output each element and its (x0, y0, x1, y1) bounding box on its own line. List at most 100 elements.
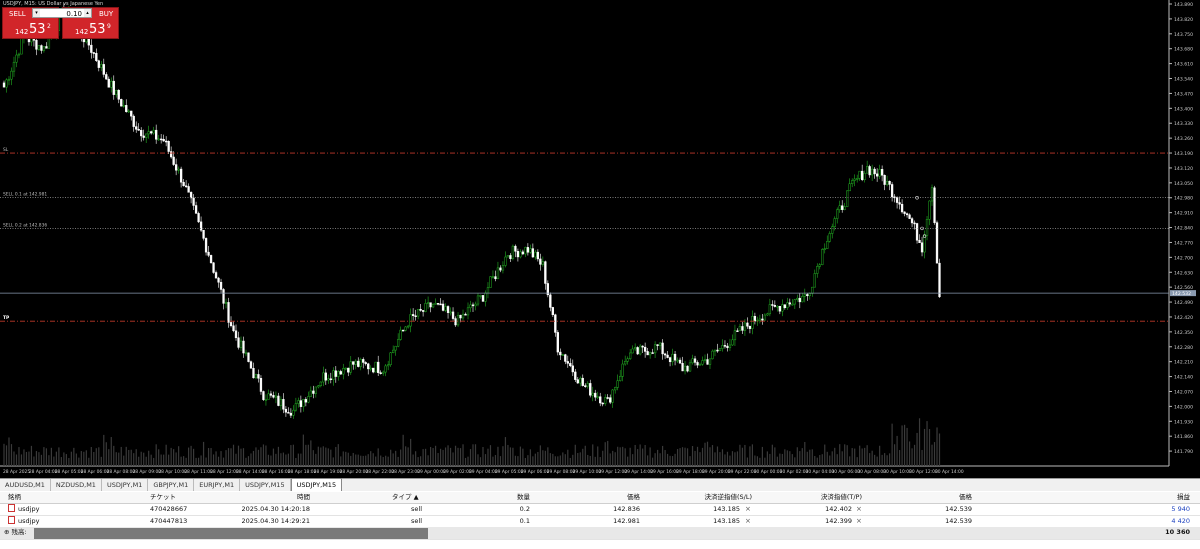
candle (878, 169, 881, 177)
candle (539, 258, 542, 265)
candle (933, 187, 936, 223)
candle (444, 306, 447, 311)
volume-bar (100, 456, 102, 466)
candlestick-chart[interactable]: 143.890 143.820 143.750 143.680 143.610 143.5… (0, 0, 1200, 478)
row-tp[interactable]: 142.399 (790, 516, 852, 527)
volume-bar (80, 451, 82, 466)
volume-bar (482, 446, 484, 466)
candle (282, 399, 285, 410)
header-volume[interactable]: 数量 (490, 492, 530, 503)
volume-bar (796, 447, 798, 466)
volume-bar (227, 448, 230, 466)
volume-bar (908, 441, 911, 466)
tab-usdjpy-m15[interactable]: USDJPY,M15 (240, 479, 291, 491)
increase-lot-icon[interactable]: ▴ (84, 9, 91, 17)
volume-bar (110, 437, 112, 466)
candle (793, 299, 796, 305)
candle (658, 342, 662, 346)
remove-sl-icon[interactable]: × (745, 504, 751, 515)
volume-bar (407, 447, 409, 466)
header-price[interactable]: 価格 (580, 492, 640, 503)
header-symbol[interactable]: 銘柄 (8, 492, 21, 503)
order-icon (8, 516, 15, 524)
decrease-lot-icon[interactable]: ▾ (33, 9, 40, 17)
expand-icon[interactable]: ⊕ (4, 528, 12, 536)
lot-size-input[interactable]: ▾ 0.10 ▴ (32, 8, 92, 18)
volume-bar (130, 449, 132, 466)
volume-bar (332, 457, 334, 466)
remove-sl-icon[interactable]: × (745, 516, 751, 527)
candle (696, 362, 699, 366)
tab-usdjpy-m1[interactable]: USDJPY,M1 (102, 479, 149, 491)
candle (334, 370, 337, 377)
row-sl[interactable]: 143.185 (660, 516, 740, 527)
volume-bar (427, 455, 429, 466)
table-row[interactable]: usdjpy 470428667 2025.04.30 14:20:18 sel… (0, 504, 1200, 516)
volume-bar (579, 452, 581, 466)
volume-bar (499, 456, 502, 466)
row-time: 2025.04.30 14:29:21 (241, 517, 310, 525)
volume-bar (240, 448, 242, 466)
volume-bar (916, 432, 918, 466)
price-chart[interactable]: USDJPY, M15: US Dollar vs Japanese Yen 1… (0, 0, 1200, 478)
candle (641, 345, 644, 348)
candle (469, 304, 472, 309)
volume-bar (736, 451, 739, 466)
header-time[interactable]: 時間 (250, 492, 310, 503)
volume-bar (437, 453, 439, 466)
header-ticket[interactable]: チケット (150, 492, 176, 503)
candle (624, 360, 627, 365)
volume-bar (502, 446, 504, 466)
candle (125, 105, 128, 112)
tab-nzdusd-m1[interactable]: NZDUSD,M1 (51, 479, 102, 491)
volume-bar (467, 456, 469, 466)
volume-bar (425, 448, 427, 466)
volume-bar (310, 440, 312, 466)
tab-audusd-m1[interactable]: AUDUSD,M1 (0, 479, 51, 491)
candle (337, 371, 340, 377)
row-tp[interactable]: 142.402 (790, 504, 852, 515)
candle (147, 131, 150, 135)
volume-bar (362, 455, 364, 466)
candle (801, 296, 804, 303)
volume-bar (674, 453, 676, 466)
buy-price-prefix: 142 (75, 28, 89, 36)
volume-bar (791, 454, 793, 466)
candle (703, 359, 707, 361)
volume-bar (527, 455, 529, 466)
candle (516, 251, 520, 258)
candle (875, 173, 879, 177)
time-axis-label: 28 Apr 12:00 (210, 469, 239, 475)
row-sl[interactable]: 143.185 (660, 504, 740, 515)
candle (651, 352, 654, 354)
tab-eurjpy-m1[interactable]: EURJPY,M1 (194, 479, 241, 491)
candle (541, 261, 545, 265)
price-axis-label: 142.490 (1174, 300, 1193, 306)
volume-bar (390, 449, 392, 466)
header-current-price[interactable]: 価格 (910, 492, 972, 503)
row-type: sell (411, 505, 422, 513)
volume-bar (45, 448, 48, 466)
candle (549, 294, 552, 308)
candle (372, 367, 375, 373)
remove-tp-icon[interactable]: × (856, 504, 862, 515)
tab-gbpjpy-m1[interactable]: GBPJPY,M1 (148, 479, 195, 491)
header-type[interactable]: タイプ ▲ (392, 492, 419, 503)
header-tp[interactable]: 決済指値(T/P) (790, 492, 862, 503)
volume-bar (577, 453, 579, 466)
volume-bar (644, 444, 646, 466)
volume-bar (417, 457, 419, 466)
volume-bar (439, 448, 442, 466)
volume-bar (153, 457, 155, 466)
candle (738, 326, 742, 332)
header-profit[interactable]: 損益 (1140, 492, 1190, 503)
remove-tp-icon[interactable]: × (856, 516, 862, 527)
tab-usdjpy-m15-active[interactable]: USDJPY,M15 (290, 478, 343, 492)
volume-bar (53, 456, 55, 466)
level-label: SELL 0.2 at 142.836 (3, 222, 47, 228)
candle (204, 238, 208, 253)
candle (836, 209, 839, 219)
volume-bar (422, 449, 424, 466)
header-sl[interactable]: 決済逆指値(S/L) (660, 492, 752, 503)
candle (559, 351, 562, 356)
